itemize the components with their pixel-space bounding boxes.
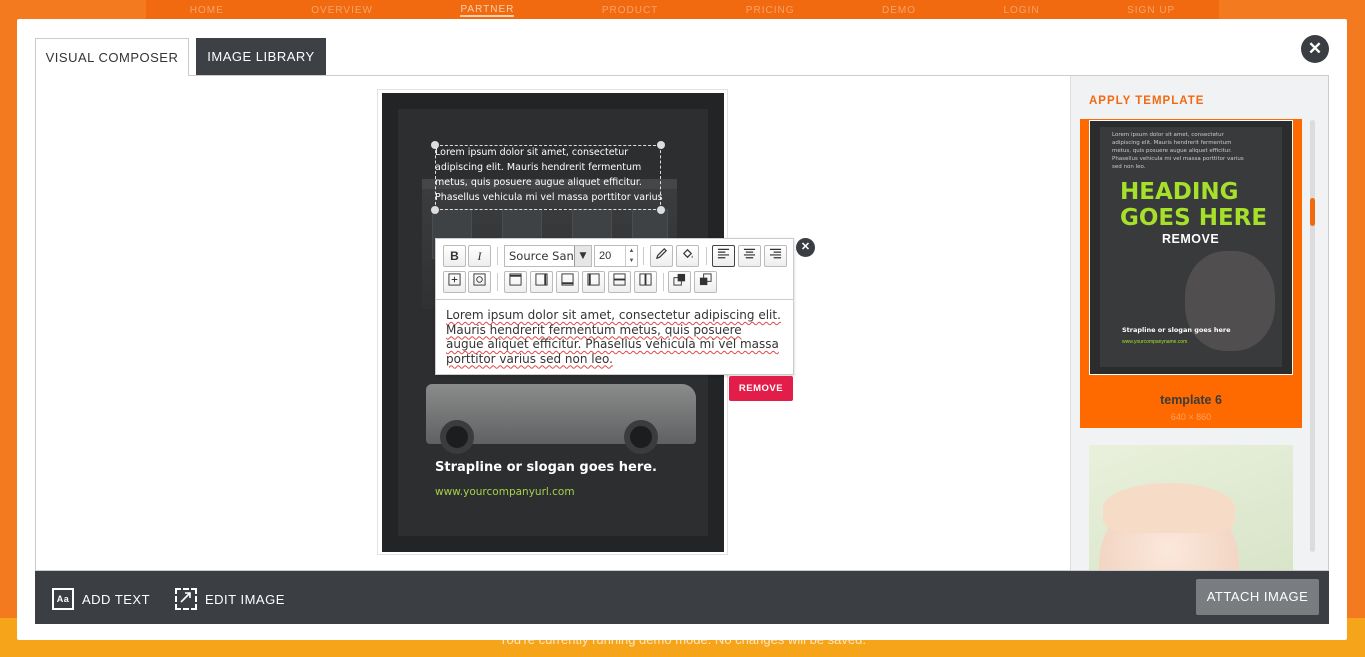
close-modal-icon[interactable]: ✕ [1301, 35, 1329, 63]
remove-text-button[interactable]: REMOVE [729, 376, 793, 401]
template-card[interactable] [1089, 445, 1293, 570]
template-body-text: Lorem ipsum dolor sit amet, consectetur … [1112, 132, 1244, 170]
baby-hair-graphic [1103, 483, 1235, 533]
panel-title: APPLY TEMPLATE [1089, 95, 1205, 107]
template-name: template 6 [1160, 393, 1222, 407]
align-left-edge-icon[interactable] [582, 271, 605, 293]
car-wheel [440, 420, 474, 454]
align-bottom-icon[interactable] [556, 271, 579, 293]
edit-image-button[interactable]: EDIT IMAGE [175, 588, 285, 610]
text-editor-popup: B I Source Sans ▼ 20 ▲ ▼ Lorem ipsum dol… [435, 238, 794, 375]
align-top-icon[interactable] [504, 271, 527, 293]
edit-image-label: EDIT IMAGE [205, 591, 285, 607]
tab-visual-composer[interactable]: VISUAL COMPOSER [35, 38, 189, 76]
template-thumbnail: Lorem ipsum dolor sit amet, consectetur … [1089, 120, 1293, 375]
editor-text-area[interactable]: Lorem ipsum dolor sit amet, consectetur … [436, 299, 793, 375]
align-center-vertical-icon[interactable] [634, 271, 657, 293]
bring-forward-icon[interactable] [668, 271, 691, 293]
spinner-arrows-icon[interactable]: ▲ ▼ [625, 246, 637, 266]
resize-handle[interactable] [431, 206, 439, 214]
template-panel: APPLY TEMPLATE Lorem ipsum dolor sit ame… [1070, 76, 1328, 570]
text-box-icon: Aa [52, 588, 74, 610]
canvas-text-block[interactable]: Lorem ipsum dolor sit amet, consectetur … [435, 145, 665, 205]
toolbar-separator [706, 247, 707, 265]
pencil-icon[interactable] [650, 245, 673, 267]
bg-nav-item: PARTNER [460, 3, 515, 17]
font-size-stepper[interactable]: 20 ▲ ▼ [594, 245, 638, 267]
send-backward-icon[interactable] [694, 271, 717, 293]
attach-image-button[interactable]: ATTACH IMAGE [1196, 579, 1319, 615]
bg-nav-item: OVERVIEW [311, 4, 373, 16]
close-editor-icon[interactable]: ✕ [796, 238, 815, 257]
paint-bucket-icon[interactable] [676, 245, 699, 267]
font-size-value: 20 [599, 250, 612, 262]
align-left-icon[interactable] [712, 245, 735, 267]
canvas-company-url[interactable]: www.yourcompanyurl.com [435, 486, 575, 498]
font-family-value: Source Sans [509, 249, 580, 263]
align-middle-icon[interactable] [608, 271, 631, 293]
font-family-select[interactable]: Source Sans ▼ [504, 245, 592, 267]
bottom-toolbar: Aa ADD TEXT EDIT IMAGE ATTACH IMAGE [35, 571, 1329, 624]
toolbar-separator [663, 273, 664, 291]
bg-nav-item: DEMO [881, 4, 916, 16]
bg-nav-item: LOGIN [1003, 4, 1040, 16]
toolbar-separator [643, 247, 644, 265]
resize-image-icon [175, 588, 197, 610]
bg-nav-item: PRICING [745, 4, 795, 16]
italic-button[interactable]: I [468, 245, 491, 267]
center-box-icon[interactable] [468, 271, 491, 293]
car-wheel [624, 420, 658, 454]
bold-button[interactable]: B [443, 245, 466, 267]
template-heading: HEADING GOES HERE [1120, 179, 1268, 231]
panel-scrollbar-thumb[interactable] [1310, 198, 1315, 226]
template-strapline: Strapline or slogan goes here [1122, 326, 1231, 334]
tab-image-library[interactable]: IMAGE LIBRARY [196, 38, 326, 76]
template-card-selected[interactable]: Lorem ipsum dolor sit amet, consectetur … [1080, 119, 1302, 428]
template-size: 640 × 860 [1170, 412, 1212, 422]
align-right-icon[interactable] [764, 245, 787, 267]
add-text-label: ADD TEXT [82, 591, 151, 607]
canvas-strapline[interactable]: Strapline or slogan goes here. [435, 460, 657, 475]
background-nav: HOME OVERVIEW PARTNER PRODUCT PRICING DE… [146, 0, 1219, 20]
chevron-down-icon[interactable]: ▼ [574, 246, 591, 266]
bg-nav-item: PRODUCT [601, 4, 659, 16]
child-photo-graphic [1185, 251, 1275, 351]
add-text-button[interactable]: Aa ADD TEXT [52, 588, 150, 610]
expand-box-icon[interactable] [443, 271, 466, 293]
car-graphic [426, 384, 696, 454]
bg-nav-item: SIGN UP [1127, 4, 1176, 16]
align-right-edge-icon[interactable] [530, 271, 553, 293]
bg-nav-item: HOME [189, 4, 224, 16]
toolbar-separator [497, 273, 498, 291]
panel-scrollbar[interactable] [1310, 120, 1315, 552]
toolbar-separator [497, 247, 498, 265]
template-remove-label[interactable]: REMOVE [1162, 232, 1219, 246]
align-center-icon[interactable] [738, 245, 761, 267]
resize-handle[interactable] [657, 206, 665, 214]
template-url: www.yourcompanyname.com [1122, 339, 1188, 345]
